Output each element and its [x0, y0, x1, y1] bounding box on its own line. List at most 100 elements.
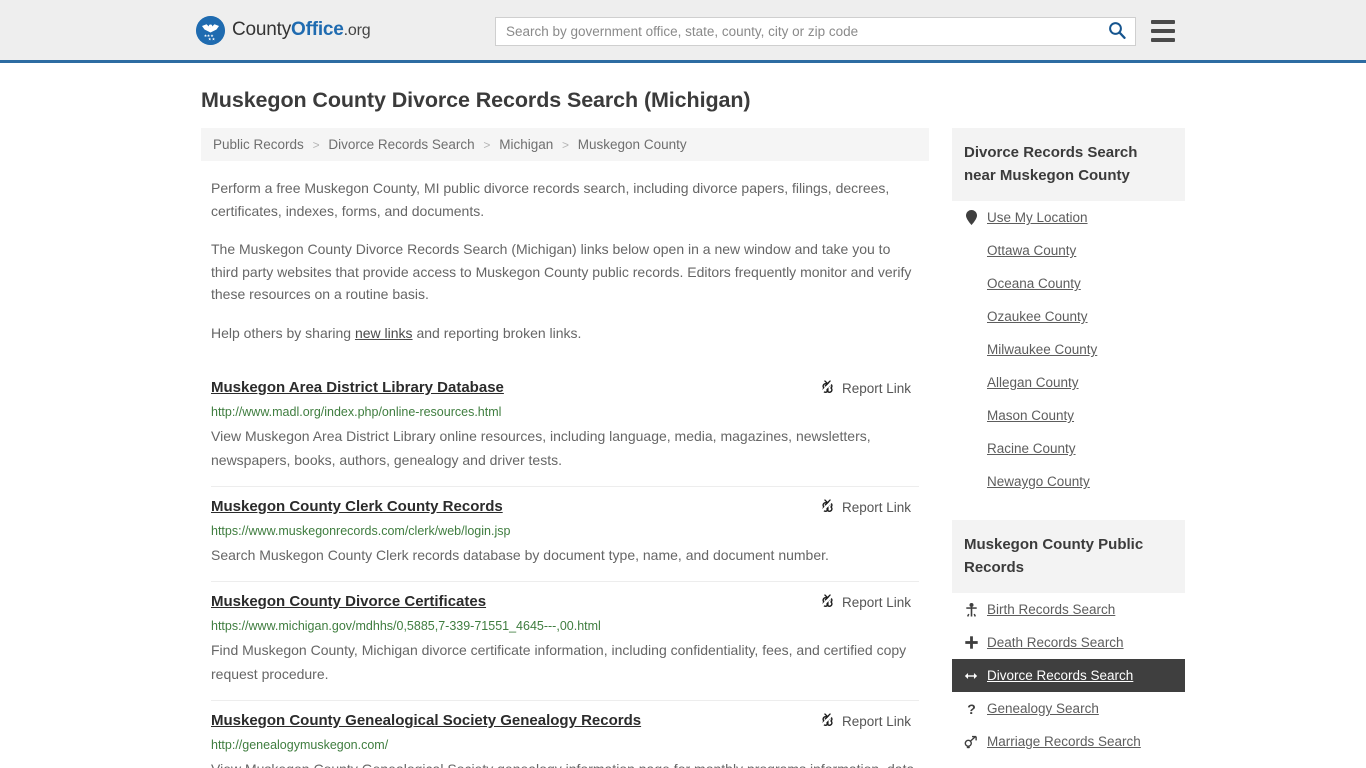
broken-link-icon — [820, 593, 835, 611]
intro-section: Perform a free Muskegon County, MI publi… — [201, 177, 929, 344]
intro-p3-after: and reporting broken links. — [412, 324, 582, 341]
brand-wordmark: CountyOffice.org — [232, 19, 371, 41]
sidebar-item-label[interactable]: Allegan County — [987, 375, 1079, 390]
report-link-button[interactable]: Report Link — [820, 498, 911, 516]
question-mark-icon: ? — [964, 702, 978, 716]
breadcrumb-item-public-records[interactable]: Public Records — [213, 137, 304, 152]
sidebar-item-label[interactable]: Ozaukee County — [987, 309, 1088, 324]
result-title-link[interactable]: Muskegon County Clerk County Records — [211, 497, 503, 517]
main-content: Public Records > Divorce Records Search … — [201, 128, 929, 768]
sidebar-item-newaygo-county[interactable]: Newaygo County — [952, 465, 1185, 498]
breadcrumb-separator: > — [483, 138, 491, 152]
result-title-link[interactable]: Muskegon Area District Library Database — [211, 378, 504, 398]
public-records-card: Muskegon County Public Records Birth Rec… — [952, 520, 1185, 758]
report-link-button[interactable]: Report Link — [820, 593, 911, 611]
public-records-list: Birth Records Search Death Records Search… — [952, 593, 1185, 758]
intro-paragraph-2: The Muskegon County Divorce Records Sear… — [211, 241, 912, 302]
page-title: Muskegon County Divorce Records Search (… — [201, 88, 751, 112]
hamburger-bar — [1151, 29, 1175, 33]
breadcrumb-separator: > — [312, 138, 320, 152]
sidebar-item-racine-county[interactable]: Racine County — [952, 432, 1185, 465]
intro-p3-before: Help others by sharing — [211, 324, 355, 341]
sidebar-item-label[interactable]: Genealogy Search — [987, 701, 1099, 716]
breadcrumb: Public Records > Divorce Records Search … — [201, 128, 929, 161]
breadcrumb-item-divorce-records-search[interactable]: Divorce Records Search — [328, 137, 474, 152]
sidebar-item-genealogy-search[interactable]: ? Genealogy Search — [952, 692, 1185, 725]
broken-link-icon — [820, 498, 835, 516]
result-description: Search Muskegon County Clerk records dat… — [211, 547, 829, 563]
result-title-link[interactable]: Muskegon County Genealogical Society Gen… — [211, 711, 641, 731]
cross-icon — [964, 636, 978, 649]
svg-text:?: ? — [967, 702, 976, 716]
result-header: Muskegon Area District Library Database R… — [211, 378, 919, 398]
sidebar-item-allegan-county[interactable]: Allegan County — [952, 366, 1185, 399]
results-list: Muskegon Area District Library Database R… — [201, 368, 929, 768]
sidebar-item-label[interactable]: Mason County — [987, 408, 1074, 423]
hamburger-bar — [1151, 38, 1175, 42]
sidebar-item-birth-records-search[interactable]: Birth Records Search — [952, 593, 1185, 626]
result-url: https://www.michigan.gov/mdhhs/0,5885,7-… — [211, 619, 601, 633]
report-link-label: Report Link — [841, 713, 911, 729]
breadcrumb-item-muskegon-county: Muskegon County — [577, 137, 687, 152]
map-pin-icon — [964, 210, 978, 225]
brand-county: County — [232, 19, 292, 40]
breadcrumb-separator: > — [562, 138, 570, 152]
report-link-button[interactable]: Report Link — [820, 379, 911, 397]
sidebar-item-label[interactable]: Divorce Records Search — [987, 668, 1133, 683]
result-description: View Muskegon County Genealogical Societ… — [211, 757, 919, 768]
sidebar-item-oceana-county[interactable]: Oceana County — [952, 267, 1185, 300]
sidebar-item-milwaukee-county[interactable]: Milwaukee County — [952, 333, 1185, 366]
public-records-title: Muskegon County Public Records — [952, 520, 1185, 593]
sidebar-item-label[interactable]: Newaygo County — [987, 474, 1090, 489]
sidebar-item-label[interactable]: Racine County — [987, 441, 1076, 456]
sidebar-item-marriage-records-search[interactable]: Marriage Records Search — [952, 725, 1185, 758]
sidebar-item-label[interactable]: Ottawa County — [987, 243, 1076, 258]
page-body: Muskegon County Divorce Records Search (… — [0, 88, 1366, 768]
sidebar-item-ottawa-county[interactable]: Ottawa County — [952, 234, 1185, 267]
sidebar-item-label[interactable]: Use My Location — [987, 210, 1088, 225]
search-bar[interactable] — [495, 17, 1136, 46]
site-header: CountyOffice.org — [0, 0, 1366, 63]
sidebar-item-label[interactable]: Death Records Search — [987, 635, 1124, 650]
county-office-eagle-icon — [196, 15, 225, 45]
intro-paragraph-1: Perform a free Muskegon County, MI publi… — [211, 180, 890, 219]
sidebar-item-use-my-location[interactable]: Use My Location — [952, 201, 1185, 234]
result-url: http://genealogymuskegon.com/ — [211, 738, 389, 752]
search-input[interactable] — [496, 24, 1099, 39]
report-link-label: Report Link — [841, 499, 911, 515]
broken-link-icon — [820, 379, 835, 397]
sidebar-item-label[interactable]: Birth Records Search — [987, 602, 1115, 617]
result-item: Muskegon County Genealogical Society Gen… — [211, 701, 919, 768]
sidebar-item-mason-county[interactable]: Mason County — [952, 399, 1185, 432]
report-link-button[interactable]: Report Link — [820, 712, 911, 730]
result-item: Muskegon County Divorce Certificates Repo… — [211, 582, 919, 701]
nearby-counties-card: Divorce Records Search near Muskegon Cou… — [952, 128, 1185, 498]
search-icon — [1108, 21, 1126, 42]
new-links-link[interactable]: new links — [355, 325, 413, 341]
intro-paragraph-3: Help others by sharing new links and rep… — [211, 322, 919, 345]
brand-office: Office — [291, 19, 344, 40]
report-link-label: Report Link — [841, 594, 911, 610]
sidebar: Divorce Records Search near Muskegon Cou… — [952, 128, 1185, 768]
result-header: Muskegon County Clerk County Records Repo… — [211, 497, 919, 517]
breadcrumb-item-michigan[interactable]: Michigan — [499, 137, 553, 152]
sidebar-item-divorce-records-search[interactable]: Divorce Records Search — [952, 659, 1185, 692]
broken-link-icon — [820, 712, 835, 730]
hamburger-menu-icon[interactable] — [1151, 20, 1175, 42]
site-logo[interactable]: CountyOffice.org — [196, 15, 371, 45]
brand-tld: .org — [343, 22, 371, 39]
result-item: Muskegon County Clerk County Records Repo… — [211, 487, 919, 582]
sidebar-item-ozaukee-county[interactable]: Ozaukee County — [952, 300, 1185, 333]
sidebar-item-label[interactable]: Oceana County — [987, 276, 1081, 291]
result-url: http://www.madl.org/index.php/online-res… — [211, 405, 502, 419]
search-button[interactable] — [1099, 18, 1135, 45]
sidebar-item-label[interactable]: Milwaukee County — [987, 342, 1097, 357]
result-description: Find Muskegon County, Michigan divorce c… — [211, 642, 907, 682]
left-right-arrow-icon — [964, 671, 978, 681]
sidebar-item-death-records-search[interactable]: Death Records Search — [952, 626, 1185, 659]
hamburger-bar — [1151, 20, 1175, 24]
result-title-link[interactable]: Muskegon County Divorce Certificates — [211, 592, 486, 612]
sidebar-item-label[interactable]: Marriage Records Search — [987, 734, 1141, 749]
result-url: https://www.muskegonrecords.com/clerk/we… — [211, 524, 511, 538]
